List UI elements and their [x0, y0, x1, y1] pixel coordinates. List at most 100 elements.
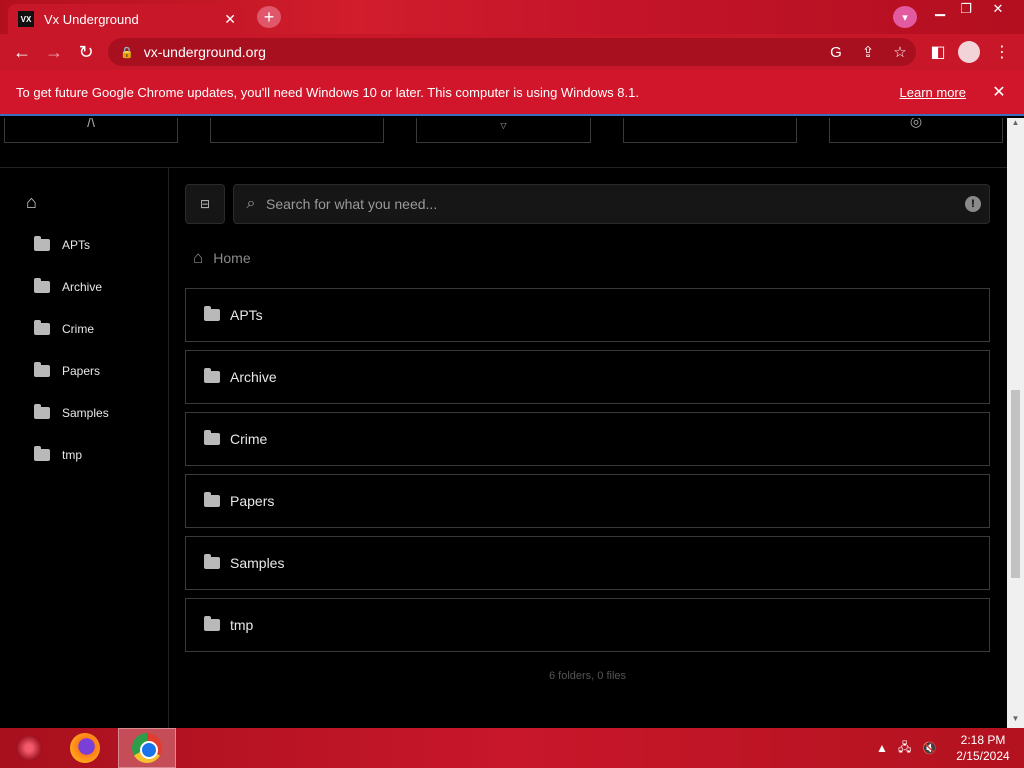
folder-label: tmp	[230, 617, 254, 633]
taskbar: ▲ 🖧 🔇 2:18 PM 2/15/2024	[0, 728, 1024, 768]
taskbar-firefox[interactable]	[56, 728, 114, 768]
folder-row-papers[interactable]: Papers	[185, 474, 990, 528]
close-tab-icon[interactable]: ✕	[224, 11, 236, 28]
folder-label: APTs	[230, 307, 263, 323]
sponsor-logo[interactable]: /\	[4, 118, 178, 143]
address-bar[interactable]: 🔒 vx-underground.org G ⇪ ☆	[108, 38, 916, 66]
sidebar-item-label: tmp	[62, 448, 83, 462]
sponsor-logos: /\ ▽ ◎	[0, 118, 1007, 168]
folder-icon	[204, 368, 220, 383]
back-button[interactable]: ←	[6, 36, 38, 68]
update-infobar: To get future Google Chrome updates, you…	[0, 70, 1024, 116]
page-content: /\ ▽ ◎ ⌂ APTs Archive Crime Papers Sampl…	[0, 118, 1007, 728]
sidebar-item-papers[interactable]: Papers	[34, 361, 100, 381]
tab-title: Vx Underground	[44, 11, 139, 27]
folder-icon	[34, 446, 50, 461]
scrollbar-thumb[interactable]	[1011, 390, 1020, 578]
folder-label: Samples	[230, 555, 285, 571]
sidebar-item-label: Crime	[62, 322, 94, 336]
folder-row-archive[interactable]: Archive	[185, 350, 990, 404]
chrome-icon	[132, 733, 162, 763]
reload-button[interactable]: ↻	[70, 36, 102, 68]
sidebar-item-archive[interactable]: Archive	[34, 277, 102, 297]
scroll-up-icon[interactable]: ▲	[1007, 118, 1024, 132]
home-icon[interactable]: ⌂	[193, 248, 203, 268]
search-input[interactable]	[266, 196, 965, 212]
folder-icon	[34, 404, 50, 419]
firefox-icon	[70, 733, 100, 763]
sidebar-toggle-button[interactable]: ⊟	[185, 184, 225, 224]
breadcrumb-home[interactable]: Home	[213, 250, 250, 266]
infobar-message: To get future Google Chrome updates, you…	[16, 84, 639, 100]
sponsor-logo[interactable]: ◎	[829, 118, 1003, 143]
start-icon	[16, 735, 42, 761]
close-window-button[interactable]: ✕	[984, 0, 1012, 18]
bookmark-star-icon[interactable]: ☆	[884, 43, 916, 61]
folder-row-tmp[interactable]: tmp	[185, 598, 990, 652]
folder-row-samples[interactable]: Samples	[185, 536, 990, 590]
sidebar-item-label: Papers	[62, 364, 101, 378]
folder-icon	[204, 430, 220, 445]
sidebar: ⌂ APTs Archive Crime Papers Samples tmp	[0, 168, 169, 728]
search-icon: ⌕	[246, 195, 256, 212]
new-tab-button[interactable]: +	[257, 6, 281, 28]
folder-row-apts[interactable]: APTs	[185, 288, 990, 342]
logo-mark-icon: /\	[87, 118, 95, 130]
folder-icon	[34, 362, 50, 377]
network-icon[interactable]: 🖧	[898, 728, 911, 768]
sidebar-item-crime[interactable]: Crime	[34, 319, 94, 339]
scroll-down-icon[interactable]: ▼	[1007, 714, 1024, 728]
profile-avatar[interactable]	[958, 41, 980, 63]
sponsor-logo[interactable]	[210, 118, 384, 143]
clock-date: 2/15/2024	[956, 749, 1010, 763]
folder-icon	[34, 320, 50, 335]
folder-row-crime[interactable]: Crime	[185, 412, 990, 466]
folder-icon	[204, 554, 220, 569]
breadcrumb: ⌂ Home	[193, 248, 251, 268]
folder-label: Crime	[230, 431, 268, 447]
browser-tab[interactable]: VX Vx Underground ✕	[8, 4, 246, 34]
info-icon[interactable]: !	[965, 196, 981, 212]
lock-icon[interactable]: 🔒	[120, 46, 134, 59]
folder-icon	[34, 278, 50, 293]
file-browser: ⊟ ⌕ ! ⌂ Home APTs Archive Crime Papers	[185, 168, 990, 728]
page-scrollbar[interactable]: ▲ ▼	[1007, 118, 1024, 728]
tab-search-button[interactable]: ▾	[893, 6, 917, 28]
side-panel-icon[interactable]: ◧	[922, 38, 954, 66]
minimize-button[interactable]: ▁	[926, 0, 954, 18]
logo-mark-icon: ◎	[909, 118, 923, 129]
site-favicon: VX	[18, 11, 34, 27]
learn-more-link[interactable]: Learn more	[900, 85, 966, 100]
folder-icon	[204, 616, 220, 631]
logo-mark-icon: ▽	[500, 121, 507, 130]
folder-label: Papers	[230, 493, 275, 509]
sidebar-item-tmp[interactable]: tmp	[34, 445, 82, 465]
menu-icon[interactable]: ⋮	[986, 38, 1018, 66]
title-bar: VX Vx Underground ✕ + ▾ ▁ ❐ ✕	[0, 0, 1024, 34]
url-text: vx-underground.org	[143, 44, 266, 60]
browser-toolbar: ← → ↻ 🔒 vx-underground.org G ⇪ ☆ ◧ ⋮	[0, 34, 1024, 70]
start-button[interactable]	[0, 728, 58, 768]
share-icon[interactable]: ⇪	[852, 43, 884, 61]
restore-button[interactable]: ❐	[952, 0, 980, 18]
sponsor-logo[interactable]	[623, 118, 797, 143]
sidebar-item-apts[interactable]: APTs	[34, 235, 90, 255]
sidebar-item-label: Samples	[62, 406, 109, 420]
clock-time: 2:18 PM	[960, 733, 1006, 747]
tray-overflow-icon[interactable]: ▲	[876, 728, 888, 768]
system-clock[interactable]: 2:18 PM 2/15/2024	[948, 732, 1018, 764]
google-lens-icon[interactable]: G	[820, 44, 852, 61]
folder-icon	[204, 306, 220, 321]
folder-summary: 6 folders, 0 files	[548, 670, 627, 682]
sidebar-item-samples[interactable]: Samples	[34, 403, 109, 423]
volume-muted-icon[interactable]: 🔇	[922, 728, 937, 768]
home-icon[interactable]: ⌂	[26, 192, 37, 213]
forward-button[interactable]: →	[38, 36, 70, 68]
folder-icon	[34, 236, 50, 251]
taskbar-chrome[interactable]	[118, 728, 176, 768]
close-infobar-icon[interactable]: ✕	[988, 82, 1010, 102]
search-bar: ⌕ !	[233, 184, 990, 224]
sidebar-item-label: APTs	[62, 238, 91, 252]
folder-label: Archive	[230, 369, 277, 385]
sponsor-logo[interactable]: ▽	[416, 118, 591, 143]
